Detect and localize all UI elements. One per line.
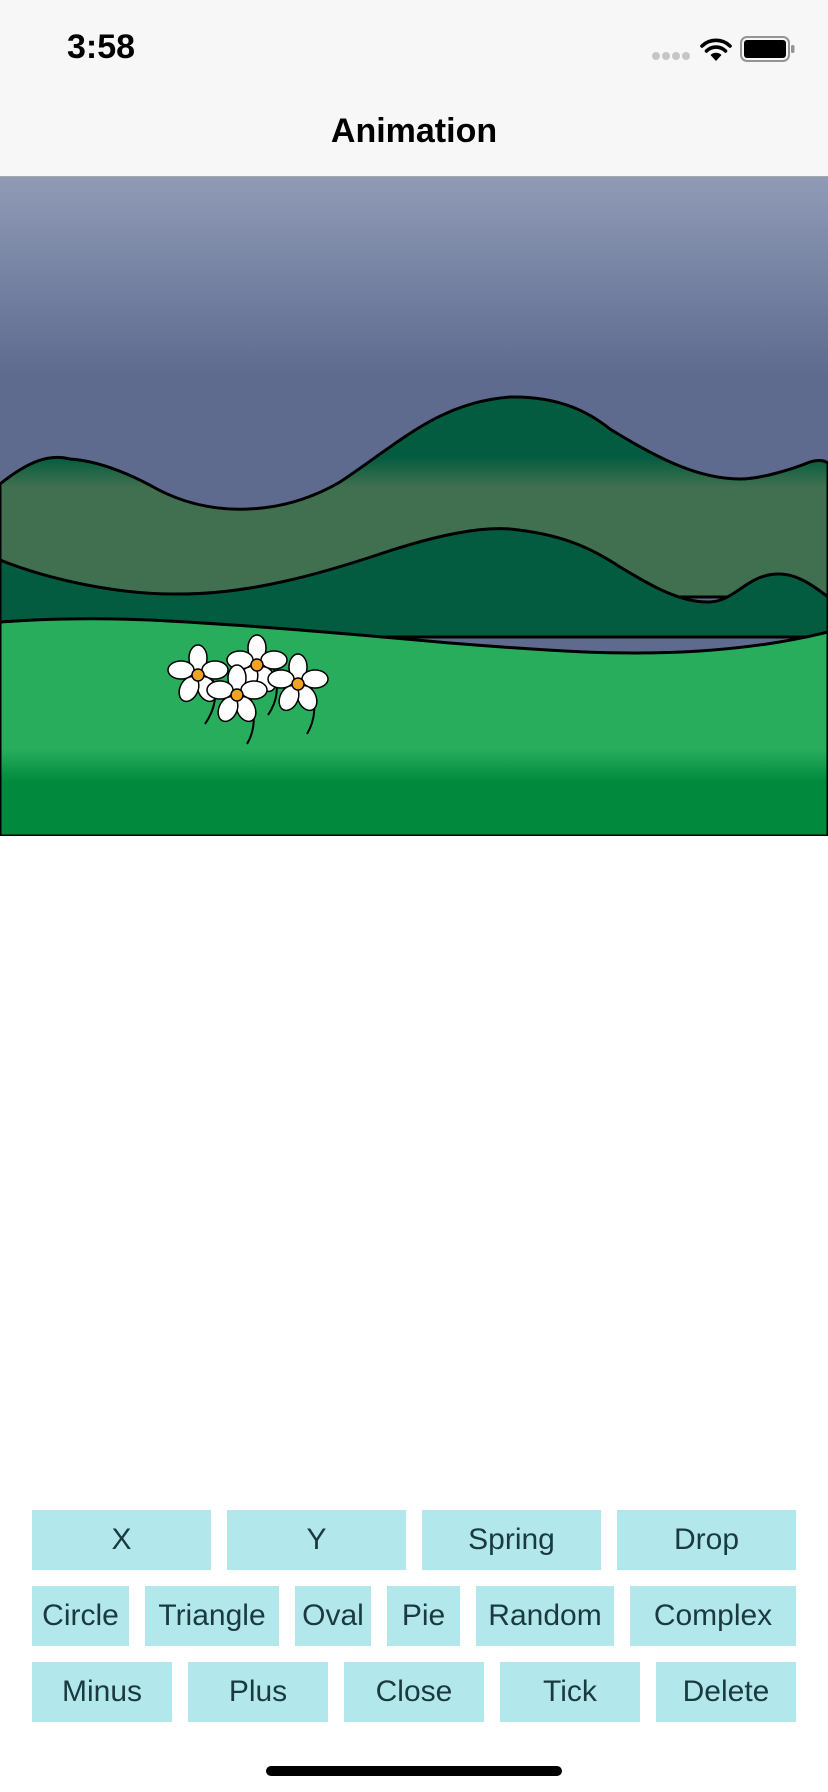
close-button[interactable]: Close [344,1662,484,1722]
plus-button[interactable]: Plus [188,1662,328,1722]
home-indicator [266,1766,562,1776]
oval-button[interactable]: Oval [295,1586,371,1646]
pie-button[interactable]: Pie [387,1586,460,1646]
status-bar: 3:58 [0,0,828,100]
cellular-signal-icon [652,52,690,60]
wifi-icon [700,38,732,61]
y-button[interactable]: Y [227,1510,406,1570]
triangle-button[interactable]: Triangle [145,1586,279,1646]
animation-scene [0,177,828,836]
status-time: 3:58 [67,28,136,66]
complex-button[interactable]: Complex [630,1586,796,1646]
minus-button[interactable]: Minus [32,1662,172,1722]
page-title: Animation [330,112,498,150]
button-row-2: Circle Triangle Oval Pie Random Complex [32,1586,796,1646]
random-button[interactable]: Random [476,1586,614,1646]
button-row-1: X Y Spring Drop [32,1510,796,1570]
battery-icon [740,36,795,62]
spring-button[interactable]: Spring [422,1510,601,1570]
delete-button[interactable]: Delete [656,1662,796,1722]
circle-button[interactable]: Circle [32,1586,129,1646]
grass-field [0,617,828,836]
drop-button[interactable]: Drop [617,1510,796,1570]
x-button[interactable]: X [32,1510,211,1570]
button-row-3: Minus Plus Close Tick Delete [32,1662,796,1722]
navigation-bar: Animation [0,100,828,177]
tick-button[interactable]: Tick [500,1662,640,1722]
